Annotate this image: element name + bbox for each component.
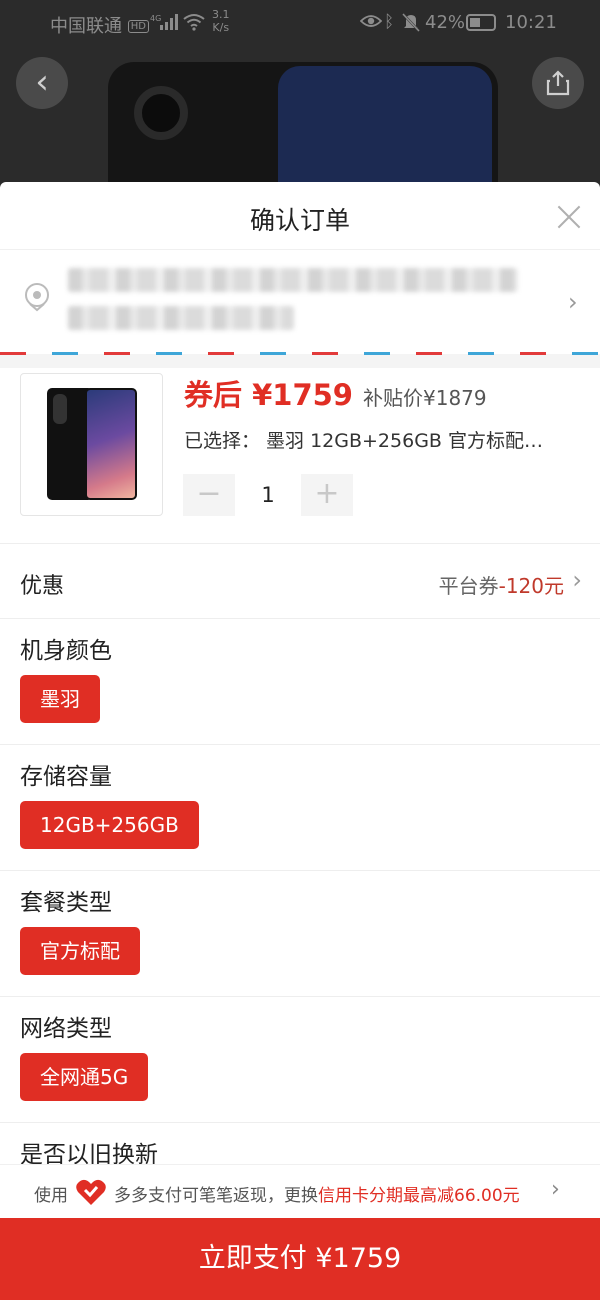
product-thumbnail[interactable] bbox=[20, 373, 163, 516]
decrease-quantity-button[interactable]: − bbox=[183, 474, 235, 516]
share-button[interactable] bbox=[532, 57, 584, 109]
close-icon[interactable] bbox=[556, 204, 582, 230]
option-group-storage: 存储容量 12GB+256GB bbox=[0, 745, 600, 871]
option-group-network: 网络类型 全网通5G bbox=[0, 997, 600, 1123]
bluetooth-icon: ᛒ bbox=[384, 12, 395, 32]
address-line-blurred bbox=[68, 268, 518, 292]
share-icon bbox=[546, 70, 570, 96]
back-button[interactable]: ‹ bbox=[16, 57, 68, 109]
option-group-label: 机身颜色 bbox=[20, 638, 112, 664]
subsidy-price: 补贴价¥1879 bbox=[363, 386, 487, 410]
option-chip-package[interactable]: 官方标配 bbox=[20, 927, 140, 975]
location-icon bbox=[25, 283, 49, 312]
page-title: 确认订单 bbox=[249, 206, 350, 235]
trade-in-section: 是否以旧换新 bbox=[0, 1123, 600, 1168]
section-gap bbox=[0, 354, 600, 368]
option-group-color: 机身颜色 墨羽 bbox=[0, 619, 600, 745]
option-chip-storage[interactable]: 12GB+256GB bbox=[20, 801, 199, 849]
svg-text:4G: 4G bbox=[150, 14, 161, 23]
discount-value: 平台券-120元 bbox=[438, 574, 564, 598]
sheet-header: 确认订单 bbox=[0, 182, 600, 250]
duoduo-pay-heart-icon bbox=[76, 1179, 106, 1205]
address-divider bbox=[0, 352, 600, 355]
shipping-address[interactable]: › bbox=[0, 250, 600, 354]
mute-icon bbox=[402, 13, 420, 32]
chevron-right-icon: › bbox=[572, 566, 582, 594]
option-group-label: 存储容量 bbox=[20, 764, 112, 790]
product-card: 券后 ¥1759 补贴价¥1879 已选择： 墨羽 12GB+256GB 官方标配… bbox=[0, 368, 600, 544]
increase-quantity-button[interactable]: + bbox=[301, 474, 353, 516]
promo-prefix: 使用 bbox=[34, 1186, 68, 1206]
promo-text: 多多支付可笔笔返现，更换信用卡分期最高减66.00元 bbox=[114, 1186, 520, 1206]
selected-spec: 已选择： 墨羽 12GB+256GB 官方标配… bbox=[184, 430, 543, 452]
battery-percent: 42% bbox=[425, 12, 466, 33]
quantity-value[interactable]: 1 bbox=[235, 474, 301, 516]
payment-promo-banner[interactable]: 使用 多多支付可笔笔返现，更换信用卡分期最高减66.00元 › bbox=[0, 1164, 600, 1218]
network-speed: 3.1 K/s bbox=[212, 8, 230, 34]
price-row: 券后 ¥1759 补贴价¥1879 bbox=[184, 372, 487, 414]
chevron-right-icon: › bbox=[551, 1177, 560, 1202]
battery-icon bbox=[466, 14, 496, 31]
discount-row[interactable]: 优惠 平台券-120元 › bbox=[0, 544, 600, 619]
phone-front-image bbox=[85, 388, 137, 500]
discount-label: 优惠 bbox=[20, 574, 65, 599]
background-camera-image bbox=[134, 86, 188, 140]
background-phone-screen bbox=[278, 66, 492, 190]
coupon-price: 券后 ¥1759 bbox=[184, 378, 353, 412]
carrier-label: 中国联通 HD bbox=[50, 12, 149, 38]
option-group-package: 套餐类型 官方标配 bbox=[0, 871, 600, 997]
signal-icon: 4G bbox=[150, 14, 178, 30]
option-chip-network[interactable]: 全网通5G bbox=[20, 1053, 149, 1101]
option-chip-color[interactable]: 墨羽 bbox=[20, 675, 100, 723]
order-confirm-sheet: 确认订单 › 券后 ¥1759 补贴价¥1879 已选择： 墨羽 12GB+256… bbox=[0, 182, 600, 1300]
wifi-icon bbox=[183, 14, 205, 31]
eye-icon bbox=[360, 15, 382, 27]
chevron-right-icon: › bbox=[568, 288, 578, 316]
clock: 10:21 bbox=[505, 12, 557, 33]
option-group-label: 套餐类型 bbox=[20, 890, 112, 916]
hd-badge: HD bbox=[127, 20, 149, 33]
status-bar: 中国联通 HD 4G 3.1 K/s ᛒ 42% 10:21 bbox=[0, 0, 600, 46]
address-line-blurred bbox=[68, 306, 294, 330]
option-group-label: 网络类型 bbox=[20, 1016, 112, 1042]
pay-now-button[interactable]: 立即支付 ¥1759 bbox=[0, 1218, 600, 1300]
